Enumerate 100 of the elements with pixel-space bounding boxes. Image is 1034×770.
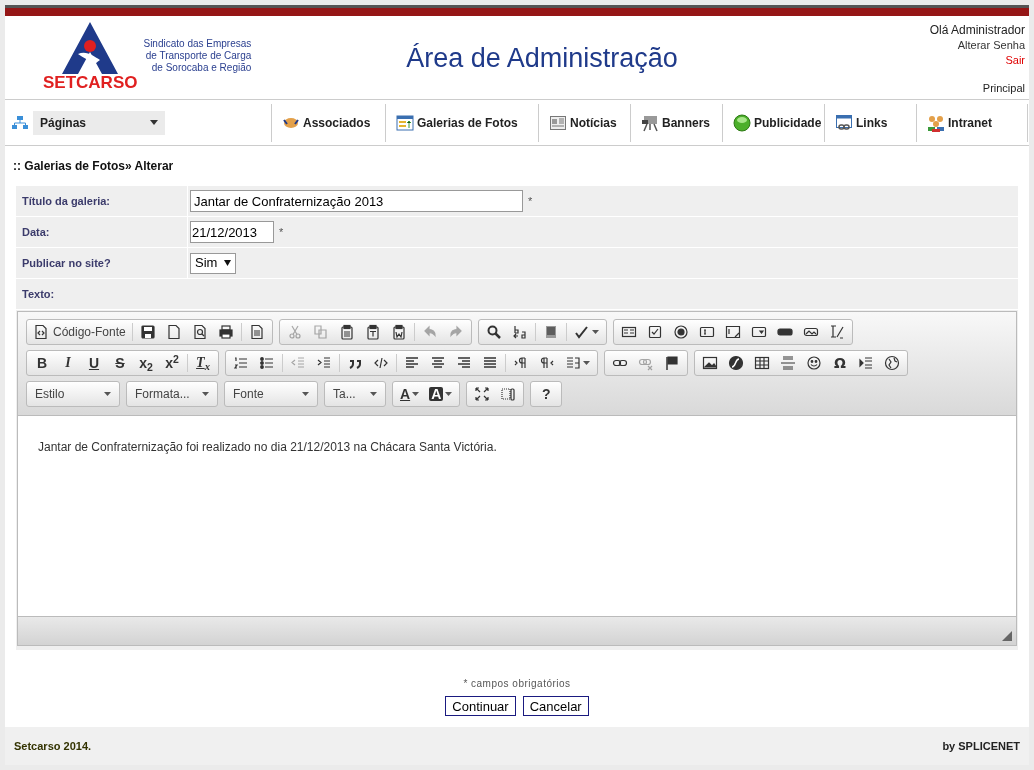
pages-dropdown[interactable]: Páginas: [33, 110, 165, 135]
page-title: Área de Administração: [406, 42, 678, 75]
copy-icon: [312, 324, 329, 340]
nav-link[interactable]: Galerias de Fotos: [385, 103, 538, 142]
breadcrumb: :: Galerias de Fotos» Alterar: [13, 158, 174, 175]
nav-link[interactable]: Publicidade: [722, 103, 824, 142]
logo-tagline: de Sorocaba e Região: [151, 62, 252, 74]
toolbar-dropdown[interactable]: Estilo: [26, 381, 120, 407]
logout-link[interactable]: Sair: [1005, 53, 1025, 68]
textarea-icon: [724, 324, 741, 340]
people-icon: [927, 113, 945, 132]
horizontal-rule-icon: [780, 355, 796, 371]
clipboard-icon: [338, 324, 355, 340]
page-icon: [165, 324, 182, 340]
bold-button[interactable]: B: [29, 352, 55, 374]
source-button[interactable]: Código-Fonte: [29, 321, 130, 343]
toolbar-dropdown[interactable]: Formata...: [126, 381, 218, 407]
caret-icon: [202, 392, 209, 396]
background-color-button[interactable]: A: [424, 383, 458, 405]
align-right-icon: [456, 355, 472, 371]
flag-icon: [664, 355, 680, 371]
replace-icon: [511, 324, 528, 340]
projector-icon: [641, 113, 659, 132]
logo-tagline: Sindicato das Empresas: [143, 38, 252, 50]
bullet-list-icon: [259, 355, 275, 371]
change-password-link[interactable]: Alterar Senha: [957, 38, 1025, 53]
paragraph-rtl-icon: [539, 355, 555, 371]
required-mark: *: [528, 193, 533, 209]
window-chain-icon: [835, 113, 853, 132]
ring-dot-icon: [672, 324, 689, 340]
numbered-list-icon: [233, 355, 249, 371]
cancel-button[interactable]: Cancelar: [522, 696, 589, 716]
globe-icon: [884, 355, 900, 371]
required-mark: *: [279, 224, 284, 240]
paragraph-ltr-icon: [513, 355, 529, 371]
page-magnifier-icon: [191, 324, 208, 340]
underline-button[interactable]: U: [81, 352, 107, 374]
text-field-icon: [698, 324, 715, 340]
source-icon: [33, 324, 49, 340]
greeting-text: Olá Administrador: [929, 23, 1025, 38]
nav-link[interactable]: Intranet: [916, 103, 1028, 142]
caret-icon: [224, 260, 232, 266]
code-icon: [373, 355, 389, 371]
flash-icon: [728, 355, 744, 371]
sitemap-icon: [12, 115, 28, 130]
align-left-icon: [404, 355, 420, 371]
printer-icon: [217, 324, 234, 340]
remove-format-button[interactable]: T$_{x}$: [190, 352, 216, 374]
justify-icon: [482, 355, 498, 371]
scissors-icon: [286, 324, 303, 340]
clipboard-word-icon: [390, 324, 407, 340]
subscript-button[interactable]: x$_{2}$: [133, 352, 159, 374]
continue-button[interactable]: Continuar: [445, 696, 516, 716]
logo-tagline: de Transporte de Carga: [145, 50, 252, 62]
language-icon: [565, 355, 581, 371]
logo-wordmark: SETCARSO: [43, 74, 138, 91]
caret-icon: [370, 392, 377, 396]
superscript-button[interactable]: x$^{2}$: [159, 352, 185, 374]
orb-icon: [733, 113, 751, 132]
publish-select[interactable]: Sim: [190, 252, 237, 274]
strikethrough-button[interactable]: S: [107, 352, 133, 374]
footer-credit: by SPLICENET: [942, 738, 1020, 754]
special-character-button[interactable]: Ω: [827, 352, 853, 374]
page-break-icon: [858, 355, 874, 371]
resize-handle-icon[interactable]: [1002, 631, 1012, 641]
hidden-field-icon: [828, 324, 845, 340]
footer-copyright: Setcarso 2014.: [14, 738, 92, 754]
smiley-icon: [806, 355, 822, 371]
redo-icon: [447, 324, 464, 340]
caret-icon: [104, 392, 111, 396]
nav-link[interactable]: Banners: [630, 103, 722, 142]
newspaper-icon: [549, 113, 567, 132]
checkbox-icon: [646, 324, 663, 340]
align-center-icon: [430, 355, 446, 371]
toolbar-dropdown[interactable]: Fonte: [224, 381, 318, 407]
show-blocks-icon: [500, 386, 517, 402]
text-color-button[interactable]: A: [395, 383, 425, 405]
editor-content[interactable]: Jantar de Confraternização foi realizado no dia 21/12/2013 na Chácara Santa Victória.: [18, 416, 1016, 616]
nav-link[interactable]: Associados: [271, 103, 385, 142]
form-icon: [620, 324, 637, 340]
nav-link[interactable]: Links: [824, 103, 916, 142]
title-field[interactable]: Jantar de Confraternização 2013: [190, 190, 523, 212]
caret-icon: [302, 392, 309, 396]
toolbar-dropdown[interactable]: Ta...: [324, 381, 386, 407]
outdent-icon: [290, 355, 306, 371]
home-link[interactable]: Principal: [982, 82, 1025, 95]
caret-icon: [150, 120, 158, 125]
clipboard-text-icon: [364, 324, 381, 340]
maximize-icon: [474, 386, 491, 402]
field-label: Título da galeria:: [22, 193, 110, 209]
help-button[interactable]: ?: [533, 383, 560, 405]
field-label: Texto:: [22, 286, 55, 302]
image-icon: [702, 355, 718, 371]
page-lines-icon: [248, 324, 265, 340]
field-label: Publicar no site?: [22, 255, 111, 271]
nav-link[interactable]: Notícias: [538, 103, 630, 142]
field-label: Data:: [22, 224, 50, 240]
required-note: * campos obrigatórios: [463, 677, 571, 691]
italic-button[interactable]: I: [55, 352, 81, 374]
date-field[interactable]: 21/12/2013: [190, 221, 274, 243]
